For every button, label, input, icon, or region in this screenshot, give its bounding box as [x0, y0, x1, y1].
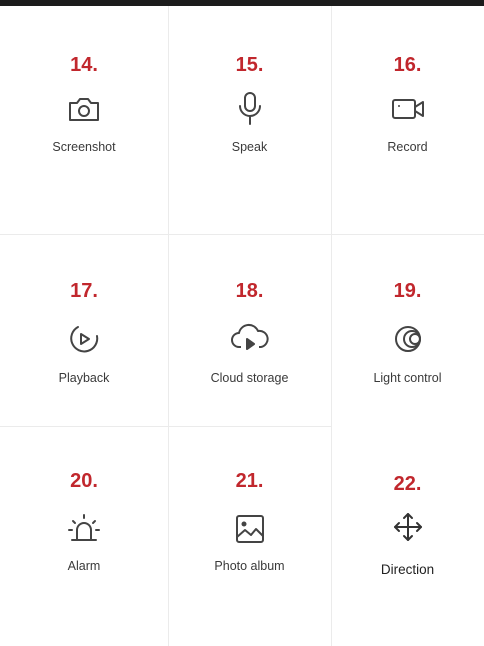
item-number: 19. [393, 280, 422, 302]
item-label: Record [387, 140, 428, 154]
video-camera-icon [389, 96, 427, 122]
item-label: Alarm [67, 559, 101, 573]
item-number: 21. [235, 470, 264, 492]
tile-screenshot[interactable]: 14. Screenshot [0, 6, 168, 234]
move-arrows-icon [391, 510, 425, 544]
playback-icon [67, 322, 101, 356]
tile-speak[interactable]: 15. Speak [168, 6, 331, 234]
item-label: Light control [373, 371, 442, 385]
item-label: Cloud storage [210, 371, 289, 385]
image-icon [233, 512, 267, 546]
item-label: Photo album [214, 559, 285, 573]
tile-cloud-storage[interactable]: 18. Cloud storage [168, 234, 331, 426]
item-label: Playback [58, 371, 110, 385]
tile-alarm[interactable]: 20. Alarm [0, 426, 168, 646]
item-number: 14. [70, 54, 98, 76]
item-number: 17. [70, 280, 98, 302]
eye-icon [388, 324, 428, 354]
item-number: 16. [393, 54, 422, 76]
tile-record[interactable]: 16. Record [331, 6, 484, 234]
item-number: 20. [70, 470, 98, 492]
control-grid: 14. Screenshot 15. Speak 16. Record 17. … [0, 6, 484, 646]
item-number: 15. [235, 54, 264, 76]
cloud-play-icon [229, 322, 271, 354]
camera-icon [66, 94, 102, 124]
item-number: 22. [393, 473, 422, 495]
microphone-icon [235, 90, 265, 128]
item-label: Speak [231, 140, 268, 154]
alarm-siren-icon [66, 512, 102, 546]
tile-light-control[interactable]: 19. Light control [331, 234, 484, 426]
item-label: Screenshot [52, 140, 116, 154]
item-number: 18. [235, 280, 264, 302]
tile-photo-album[interactable]: 21. Photo album [168, 426, 331, 646]
item-label: Direction [380, 562, 435, 577]
tile-playback[interactable]: 17. Playback [0, 234, 168, 426]
tile-direction[interactable]: 22. Direction [331, 426, 484, 646]
